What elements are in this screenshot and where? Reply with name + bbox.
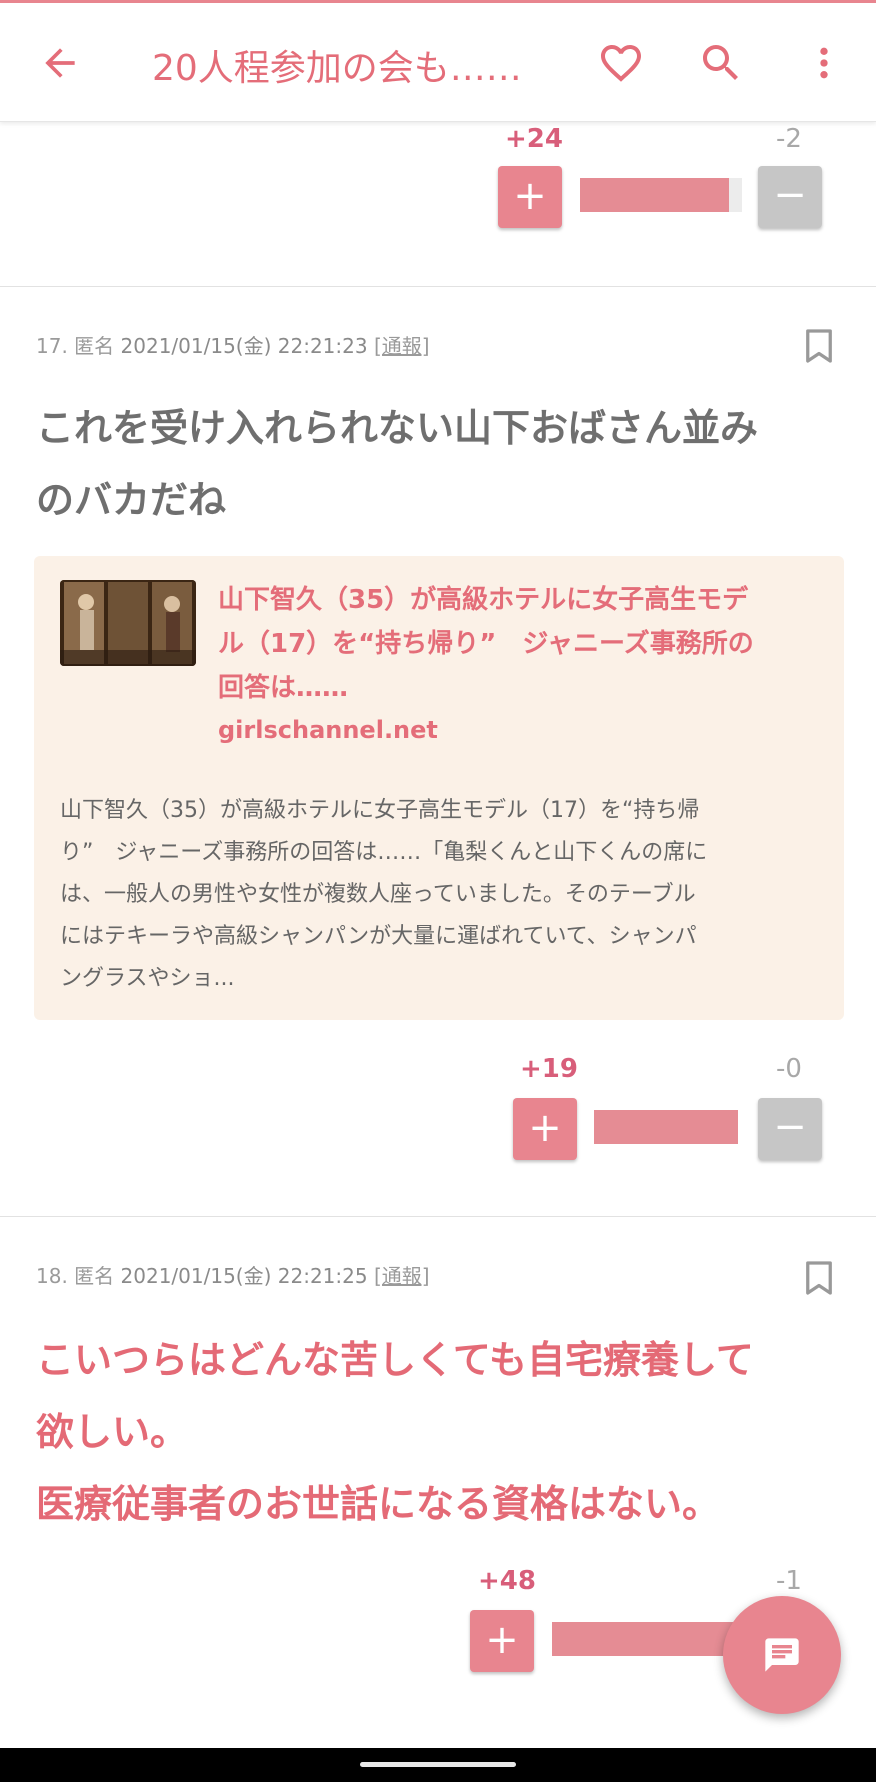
comment-divider xyxy=(0,1216,876,1217)
minus-count: -0 xyxy=(776,1054,802,1084)
comment-body-line: 医療従事者のお世話になる資格はない。 xyxy=(36,1482,721,1526)
vote-ratio-fill xyxy=(552,1622,735,1656)
system-navigation-bar xyxy=(0,1748,876,1782)
page-title: 20人程参加の会も…… xyxy=(152,48,522,89)
plus-count: +19 xyxy=(520,1054,578,1084)
link-desc-line: 山下智久（35）が高級ホテルに女子高生モデル（17）を“持ち帰 xyxy=(60,798,700,823)
app-bar: 20人程参加の会も…… xyxy=(0,0,876,122)
comment-body-line: こいつらはどんな苦しくても自宅療養して xyxy=(36,1338,754,1382)
plus-count: +48 xyxy=(478,1566,536,1596)
comment-body-line: これを受け入れられない山下おばさん並み xyxy=(36,406,759,450)
link-preview-card[interactable]: 山下智久（35）が高級ホテルに女子高生モデ ル（17）を“持ち帰り” ジャニーズ… xyxy=(34,556,844,1020)
plus-vote-button[interactable]: + xyxy=(498,166,562,228)
minus-count: -2 xyxy=(776,124,802,154)
link-desc-line: にはテキーラや高級シャンパンが大量に運ばれていて、シャンパ xyxy=(60,924,697,949)
comment-body-line: 欲しい。 xyxy=(36,1410,189,1454)
comment-author: 匿名 xyxy=(74,334,115,358)
comment-datetime: 2021/01/15(金) 22:21:23 xyxy=(120,334,368,358)
plus-vote-button[interactable]: + xyxy=(513,1098,577,1160)
link-domain: girlschannel.net xyxy=(218,716,438,744)
link-title-line: ル（17）を“持ち帰り” ジャニーズ事務所の xyxy=(218,629,754,659)
plus-vote-button[interactable]: + xyxy=(470,1610,534,1672)
comment-number: 17. xyxy=(36,334,68,358)
comment-datetime: 2021/01/15(金) 22:21:25 xyxy=(120,1264,368,1288)
more-options-icon[interactable] xyxy=(804,39,844,87)
minus-vote-button[interactable]: − xyxy=(758,166,822,228)
link-desc-line: は、一般人の男性や女性が複数人座っていました。そのテーブル xyxy=(60,882,696,907)
vote-ratio-bar xyxy=(552,1622,738,1656)
link-title-line: 山下智久（35）が高級ホテルに女子高生モデ xyxy=(218,585,749,615)
plus-count: +24 xyxy=(505,124,563,154)
comment-fab[interactable] xyxy=(723,1596,841,1714)
minus-vote-button[interactable]: − xyxy=(758,1098,822,1160)
report-link[interactable]: [通報] xyxy=(374,1264,430,1288)
link-title[interactable]: 山下智久（35）が高級ホテルに女子高生モデ ル（17）を“持ち帰り” ジャニーズ… xyxy=(218,578,828,710)
vote-ratio-fill xyxy=(594,1110,738,1144)
comment-author: 匿名 xyxy=(74,1264,115,1288)
bookmark-icon[interactable] xyxy=(804,328,834,364)
comment-body-line: のバカだね xyxy=(36,478,227,522)
link-description: 山下智久（35）が高級ホテルに女子高生モデル（17）を“持ち帰 り” ジャニーズ… xyxy=(60,790,820,1000)
bookmark-icon[interactable] xyxy=(804,1260,834,1296)
comment-divider xyxy=(0,286,876,287)
link-thumbnail xyxy=(60,580,196,666)
search-icon[interactable] xyxy=(697,39,745,87)
home-gesture-handle[interactable] xyxy=(360,1762,516,1767)
vote-ratio-bar xyxy=(580,178,742,212)
link-desc-line: ングラスやショ... xyxy=(60,966,235,991)
minus-count: -1 xyxy=(776,1566,802,1596)
link-title-line: 回答は…… xyxy=(218,673,349,703)
comment-body: こいつらはどんな苦しくても自宅療養して 欲しい。 医療従事者のお世話になる資格は… xyxy=(36,1324,846,1540)
comment-body: これを受け入れられない山下おばさん並み のバカだね xyxy=(36,392,846,536)
vote-ratio-fill xyxy=(580,178,730,212)
link-desc-line: り” ジャニーズ事務所の回答は……「亀梨くんと山下くんの席に xyxy=(60,840,708,865)
vote-ratio-bar xyxy=(594,1110,738,1144)
favorite-heart-icon[interactable] xyxy=(597,39,645,87)
comment-number: 18. xyxy=(36,1264,68,1288)
chat-bubble-icon xyxy=(765,1638,799,1672)
comment-meta: 18. 匿名 2021/01/15(金) 22:21:25 [通報] xyxy=(36,1260,430,1289)
report-link[interactable]: [通報] xyxy=(374,334,430,358)
back-arrow-icon[interactable] xyxy=(38,41,82,85)
comment-meta: 17. 匿名 2021/01/15(金) 22:21:23 [通報] xyxy=(36,330,430,359)
